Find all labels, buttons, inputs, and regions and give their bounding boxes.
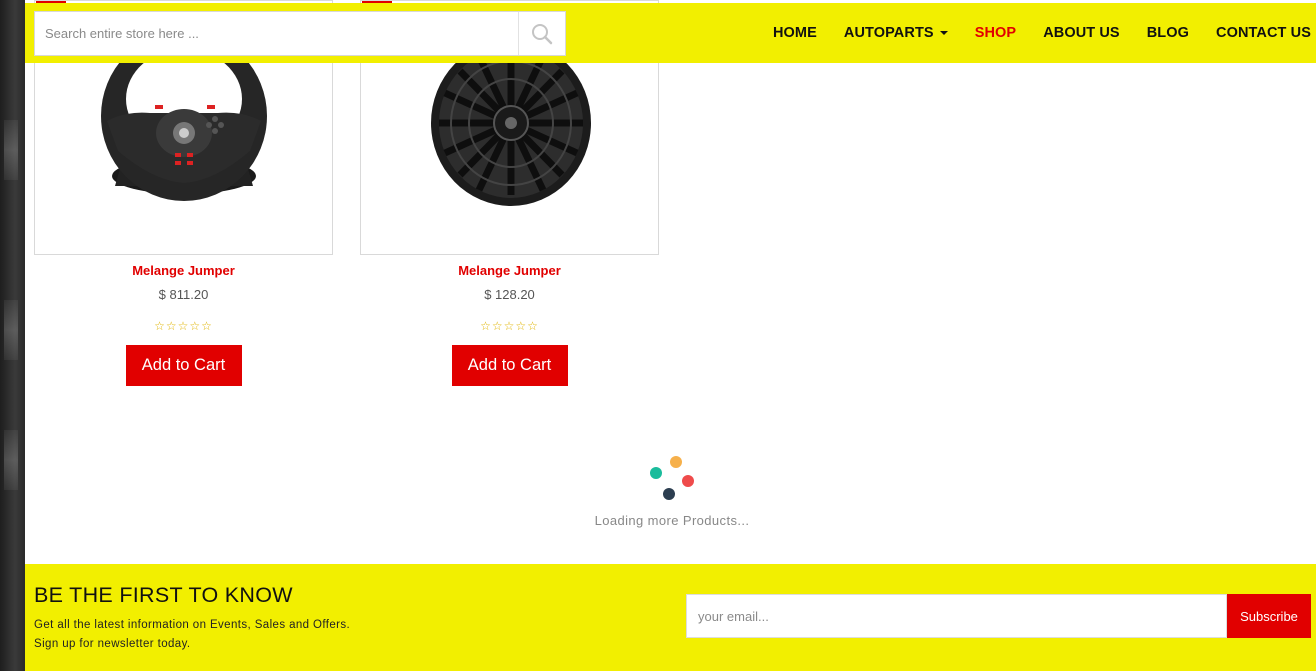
background-image-edge [0,0,25,671]
nav-label: CONTACT US [1216,25,1311,41]
header-bar: HOME AUTOPARTS SHOP ABOUT US BLOG CONTAC… [25,3,1316,63]
caret-down-icon [939,31,948,35]
main-nav: HOME AUTOPARTS SHOP ABOUT US BLOG CONTAC… [746,3,1311,63]
page: Melange Jumper $ 811.20 ☆☆☆☆☆ Add to Car… [0,0,1316,671]
nav-label: HOME [772,25,817,41]
nav-about-us[interactable]: ABOUT US [1043,25,1120,41]
spinner-dot [663,488,675,500]
newsletter-description: Get all the latest information on Events… [34,616,350,654]
nav-label: AUTOPARTS [843,25,934,41]
add-to-cart-button[interactable]: Add to Cart [125,345,242,386]
product-name[interactable]: Melange Jumper [34,263,333,278]
newsletter-section: BE THE FIRST TO KNOW Get all the latest … [25,564,1316,671]
search-button[interactable] [518,12,565,55]
search-icon [532,23,553,44]
spinner-dot [650,467,662,479]
subscribe-button[interactable]: Subscribe [1227,594,1311,638]
loading-text: Loading more Products... [594,513,750,528]
newsletter-line-2: Sign up for newsletter today. [34,638,191,650]
nav-label: SHOP [974,25,1017,41]
add-to-cart-button[interactable]: Add to Cart [451,345,568,386]
product-price: $ 128.20 [484,287,535,302]
spinner-dot [682,475,694,487]
newsletter-title: BE THE FIRST TO KNOW [34,583,293,607]
newsletter-email-input[interactable] [686,594,1227,638]
nav-label: BLOG [1146,25,1190,41]
nav-autoparts[interactable]: AUTOPARTS [844,25,948,41]
rating-stars: ☆☆☆☆☆ [480,319,539,333]
search-box [34,11,566,56]
nav-blog[interactable]: BLOG [1147,25,1189,41]
nav-label: ABOUT US [1043,25,1120,41]
rating-stars: ☆☆☆☆☆ [154,319,213,333]
nav-home[interactable]: HOME [773,25,817,41]
loading-spinner [640,452,700,504]
product-name[interactable]: Melange Jumper [360,263,659,278]
nav-contact-us[interactable]: CONTACT US [1216,25,1311,41]
search-input[interactable] [35,12,518,55]
nav-shop[interactable]: SHOP [975,25,1017,41]
product-price: $ 811.20 [158,287,209,302]
newsletter-line-1: Get all the latest information on Events… [34,619,351,631]
spinner-dot [670,456,682,468]
